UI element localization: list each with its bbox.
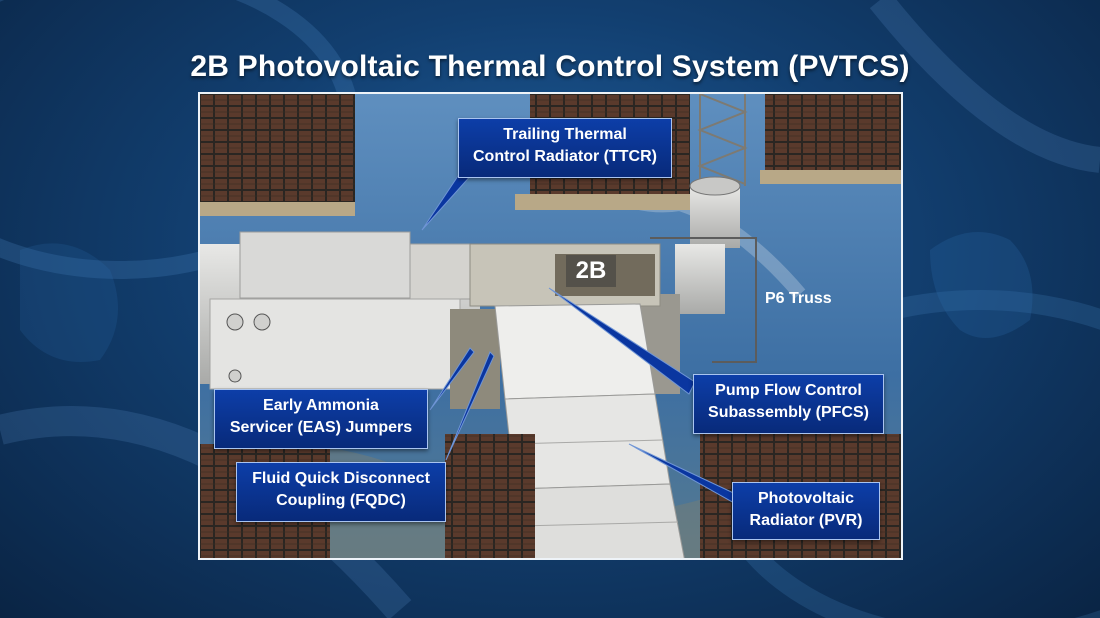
callout-pfcs-line1: Pump Flow Control xyxy=(715,382,862,399)
callout-ttcr-line2: Control Radiator (TTCR) xyxy=(473,148,657,165)
callout-eas-line1: Early Ammonia xyxy=(263,397,379,414)
callout-fqdc: Fluid Quick Disconnect Coupling (FQDC) xyxy=(236,462,446,522)
callout-eas-line2: Servicer (EAS) Jumpers xyxy=(229,419,413,436)
solar-array-bottom-center xyxy=(445,434,535,558)
callout-ttcr-line1: Trailing Thermal xyxy=(503,126,627,143)
page-title: 2B Photovoltaic Thermal Control System (… xyxy=(190,50,910,83)
callout-ttcr: Trailing Thermal Control Radiator (TTCR) xyxy=(458,118,672,178)
callout-pvr-line1: Photovoltaic xyxy=(757,490,854,507)
callout-pvr-line2: Radiator (PVR) xyxy=(749,512,863,529)
section-2b-label: 2B xyxy=(566,255,616,287)
callout-pfcs: Pump Flow Control Subassembly (PFCS) xyxy=(693,374,884,434)
callout-pfcs-line2: Subassembly (PFCS) xyxy=(708,404,869,421)
callout-fqdc-line1: Fluid Quick Disconnect xyxy=(252,470,430,487)
callout-eas: Early Ammonia Servicer (EAS) Jumpers xyxy=(214,389,428,449)
p6-truss-label: P6 Truss xyxy=(765,290,832,307)
solar-array-top-left xyxy=(200,94,355,216)
solar-array-top-right xyxy=(760,94,901,184)
callout-pvr: Photovoltaic Radiator (PVR) xyxy=(732,482,880,540)
callout-fqdc-line2: Coupling (FQDC) xyxy=(276,492,406,509)
